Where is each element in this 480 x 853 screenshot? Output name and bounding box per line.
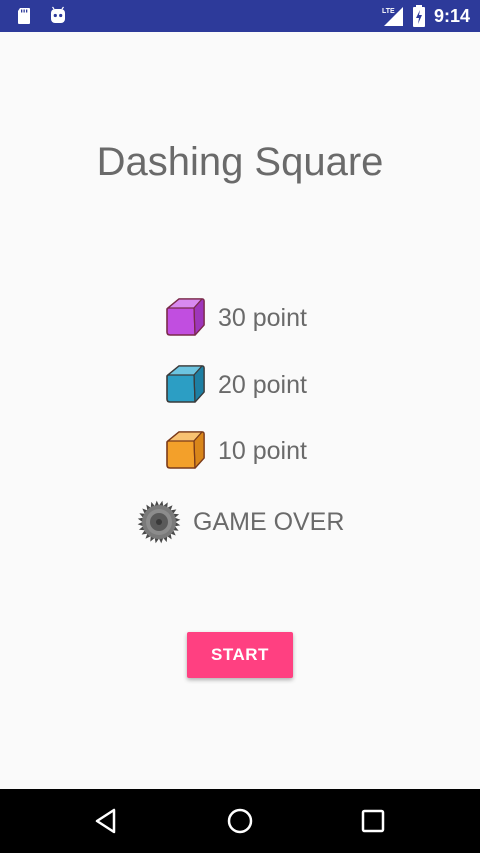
signal-lte-icon: LTE xyxy=(382,7,403,26)
legend-row-blue: 20 point xyxy=(164,364,307,406)
legend-row-purple: 30 point xyxy=(164,297,307,339)
battery-charging-icon xyxy=(412,5,425,27)
android-icon xyxy=(51,6,65,23)
app-screen: LTE 9:14 Dashing Square 30 point 20 poin… xyxy=(0,0,480,853)
legend-label: 20 point xyxy=(218,370,307,399)
navigation-bar xyxy=(0,789,480,853)
legend-label: 10 point xyxy=(218,436,307,465)
recents-button[interactable] xyxy=(357,805,389,837)
notification-icons xyxy=(14,6,68,26)
clock: 9:14 xyxy=(433,6,470,26)
system-status: LTE 9:14 xyxy=(382,4,470,28)
legend-row-saw: GAME OVER xyxy=(137,500,344,544)
sd-card-icon xyxy=(18,8,30,24)
back-icon xyxy=(95,808,116,834)
legend-label: GAME OVER xyxy=(193,507,345,536)
network-type-label: LTE xyxy=(382,8,395,15)
saw-blade-icon xyxy=(137,500,181,544)
orange-cube-icon xyxy=(166,431,205,469)
home-button[interactable] xyxy=(224,805,256,837)
home-icon xyxy=(227,808,253,834)
back-button[interactable] xyxy=(91,805,123,837)
status-bar: LTE 9:14 xyxy=(0,0,480,32)
purple-cube-icon xyxy=(166,298,205,336)
recents-icon xyxy=(361,809,385,833)
game-title: Dashing Square xyxy=(96,140,384,184)
start-button[interactable]: START xyxy=(187,632,293,678)
legend-row-orange: 10 point xyxy=(164,430,307,472)
legend-label: 30 point xyxy=(218,303,307,332)
blue-cube-icon xyxy=(166,365,205,403)
